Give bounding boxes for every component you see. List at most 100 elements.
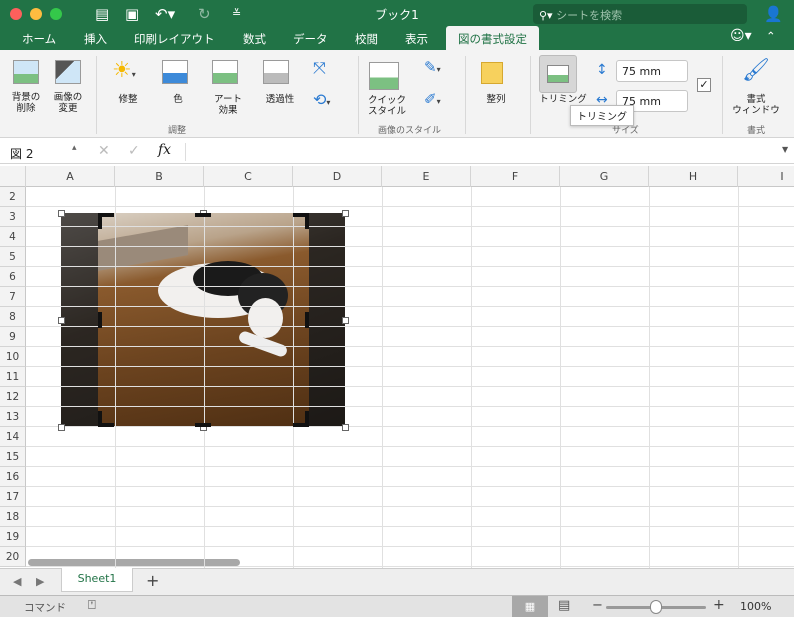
row-header-19[interactable]: 19 [0, 527, 26, 547]
resize-handle[interactable] [342, 210, 349, 217]
row-header-11[interactable]: 11 [0, 367, 26, 387]
format-pane-button[interactable]: 書式 ウィンドウ [728, 94, 784, 116]
column-header-I[interactable]: I [738, 166, 794, 187]
change-picture-button[interactable]: 画像の 変更 [48, 92, 88, 114]
row-header-16[interactable]: 16 [0, 467, 26, 487]
column-header-F[interactable]: F [471, 166, 560, 187]
crop-handle[interactable] [305, 213, 309, 229]
normal-view-icon[interactable]: ▦ [512, 596, 548, 617]
row-header-12[interactable]: 12 [0, 387, 26, 407]
crop-handle[interactable] [98, 312, 102, 328]
prev-sheet-icon[interactable]: ◀ [13, 575, 21, 588]
tab-data[interactable]: データ [293, 31, 328, 47]
row-header-10[interactable]: 10 [0, 347, 26, 367]
arrange-icon[interactable] [481, 62, 503, 84]
reset-picture-icon[interactable]: ⟲▾ [313, 90, 330, 109]
tab-picture-format[interactable]: 図の書式設定 [446, 26, 539, 50]
column-header-D[interactable]: D [293, 166, 382, 187]
row-header-14[interactable]: 14 [0, 427, 26, 447]
tab-page-layout[interactable]: 印刷レイアウト [134, 31, 215, 47]
sheet-tab-sheet1[interactable]: Sheet1 [61, 568, 133, 592]
crop-handle[interactable] [195, 213, 211, 217]
transparency-icon[interactable] [263, 60, 289, 84]
picture-effects-icon[interactable]: ✐▾ [424, 90, 441, 108]
select-all-button[interactable] [0, 166, 26, 187]
transparency-button[interactable]: 透過性 [258, 94, 302, 105]
zoom-in-button[interactable]: + [713, 597, 725, 613]
color-icon[interactable] [162, 60, 188, 84]
crop-handle[interactable] [305, 312, 309, 328]
zoom-slider-thumb[interactable] [650, 600, 662, 614]
zoom-out-button[interactable]: − [592, 598, 603, 613]
function-icon[interactable]: fx [158, 142, 171, 158]
share-icon[interactable]: 👤 [764, 5, 783, 23]
artistic-effects-icon[interactable] [212, 60, 238, 84]
page-layout-view-icon[interactable]: ▤ [558, 598, 570, 613]
row-header-17[interactable]: 17 [0, 487, 26, 507]
horizontal-scrollbar[interactable] [28, 559, 240, 566]
row-header-6[interactable]: 6 [0, 267, 26, 287]
crop-handle[interactable] [305, 411, 309, 427]
compress-pictures-icon[interactable]: ⤧ [313, 58, 326, 78]
column-header-G[interactable]: G [560, 166, 649, 187]
column-header-E[interactable]: E [382, 166, 471, 187]
row-header-5[interactable]: 5 [0, 247, 26, 267]
name-box-stepper[interactable]: ▴ [72, 143, 77, 153]
color-button[interactable]: 色 [160, 94, 196, 105]
search-input[interactable]: ⚲▾ シートを検索 [533, 4, 747, 24]
picture-border-icon[interactable]: ✎▾ [424, 58, 441, 76]
cancel-icon[interactable]: ✕ [98, 143, 110, 159]
gridline [26, 366, 794, 367]
expand-formula-icon[interactable]: ▼ [782, 145, 788, 154]
quick-styles-button[interactable]: クイック スタイル [364, 95, 410, 117]
resize-handle[interactable] [58, 317, 65, 324]
crop-handle[interactable] [98, 411, 102, 427]
corrections-button[interactable]: 修整 [110, 94, 146, 105]
artistic-effects-button[interactable]: アート 効果 [208, 94, 248, 116]
change-picture-icon[interactable] [55, 60, 81, 84]
remove-background-button[interactable]: 背景の 削除 [6, 92, 46, 114]
quick-styles-icon[interactable] [369, 62, 399, 90]
column-header-B[interactable]: B [115, 166, 204, 187]
gridline [26, 526, 794, 527]
resize-handle[interactable] [342, 317, 349, 324]
crop-button[interactable]: トリミング [536, 94, 590, 105]
enter-icon[interactable]: ✓ [128, 143, 140, 159]
row-header-9[interactable]: 9 [0, 327, 26, 347]
row-header-13[interactable]: 13 [0, 407, 26, 427]
smiley-icon[interactable]: ☺▾ [730, 28, 752, 44]
resize-handle[interactable] [58, 424, 65, 431]
row-header-15[interactable]: 15 [0, 447, 26, 467]
row-header-18[interactable]: 18 [0, 507, 26, 527]
resize-handle[interactable] [58, 210, 65, 217]
next-sheet-icon[interactable]: ▶ [36, 575, 44, 588]
add-sheet-button[interactable]: + [146, 571, 159, 590]
format-pane-icon[interactable]: 🖌 [742, 58, 770, 83]
tab-view[interactable]: 表示 [405, 31, 428, 47]
tab-insert[interactable]: 挿入 [84, 31, 107, 47]
arrange-button[interactable]: 整列 [478, 94, 514, 105]
column-header-H[interactable]: H [649, 166, 738, 187]
resize-handle[interactable] [342, 424, 349, 431]
row-header-2[interactable]: 2 [0, 187, 26, 207]
row-header-7[interactable]: 7 [0, 287, 26, 307]
column-header-A[interactable]: A [26, 166, 115, 187]
tab-review[interactable]: 校閲 [355, 31, 378, 47]
tab-home[interactable]: ホーム [22, 31, 56, 47]
tab-formulas[interactable]: 数式 [243, 31, 266, 47]
row-header-4[interactable]: 4 [0, 227, 26, 247]
collapse-ribbon-icon[interactable]: ⌃ [766, 29, 776, 43]
row-header-3[interactable]: 3 [0, 207, 26, 227]
crop-handle[interactable] [195, 423, 211, 427]
macro-record-icon[interactable]: ⍞ [88, 598, 96, 613]
lock-aspect-checkbox[interactable]: ✓ [697, 78, 711, 92]
column-header-C[interactable]: C [204, 166, 293, 187]
height-input[interactable]: 75 mm [616, 60, 688, 82]
corrections-icon[interactable]: ☀▾ [112, 58, 136, 83]
name-box[interactable]: 図 2 [10, 145, 33, 162]
crop-icon[interactable] [539, 55, 577, 93]
row-header-8[interactable]: 8 [0, 307, 26, 327]
row-header-20[interactable]: 20 [0, 547, 26, 567]
remove-background-icon[interactable] [13, 60, 39, 84]
crop-handle[interactable] [98, 213, 102, 229]
